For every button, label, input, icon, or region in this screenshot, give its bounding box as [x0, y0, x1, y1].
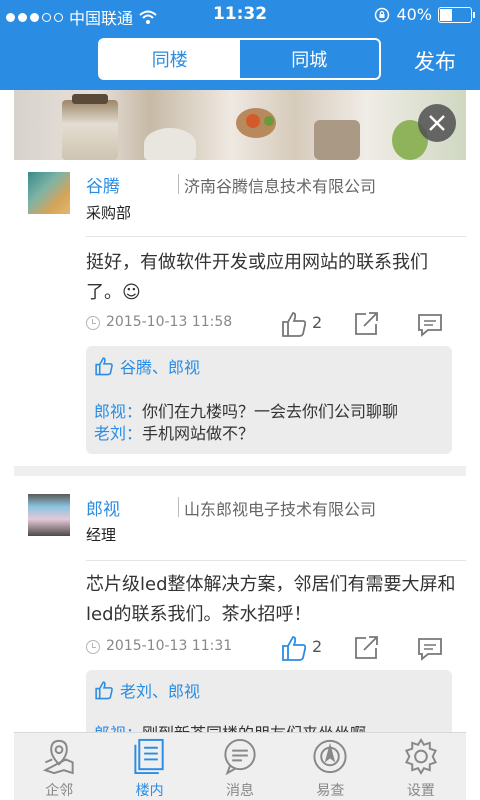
rotation-lock-icon	[375, 7, 390, 22]
tab-label: 楼内	[135, 783, 164, 799]
post-time: 2015-10-13 11:58	[106, 314, 233, 330]
author-role: 经理	[86, 526, 117, 544]
comment-text: 手机网站做不？	[142, 424, 255, 443]
tab-settings[interactable]: 设置	[376, 733, 466, 800]
segmented-control: 同楼 同城	[98, 38, 381, 80]
battery-percent: 40%	[396, 5, 432, 24]
comment-icon[interactable]	[416, 636, 444, 662]
liked-by-line: 老刘、郎视	[94, 678, 200, 702]
company-name[interactable]: 济南谷腾信息技术有限公司	[184, 173, 376, 197]
reply-box: 老刘、郎视 郎视：刚到新茶同楼的朋友们来坐坐啊~	[86, 670, 452, 732]
thumbs-up-icon[interactable]	[280, 310, 308, 338]
publish-button[interactable]: 发布	[414, 46, 456, 76]
post-card: 郎视 山东郎视电子技术有限公司 经理 芯片级led整体解决方案，邻居们有需要大屏…	[14, 482, 466, 732]
tab-same-city[interactable]: 同城	[240, 40, 380, 78]
avatar[interactable]	[28, 172, 70, 214]
commenter-name[interactable]: 郎视：	[94, 402, 142, 421]
comment-line[interactable]: 郎视：你们在九楼吗？一会去你们公司聊聊	[94, 398, 398, 422]
post-time: 2015-10-13 11:31	[106, 638, 233, 654]
tab-label: 消息	[226, 783, 255, 799]
author-name[interactable]: 谷腾	[86, 172, 120, 197]
liked-by[interactable]: 谷腾、郎视	[120, 354, 200, 378]
divider	[14, 466, 466, 476]
post-card: 谷腾 济南谷腾信息技术有限公司 采购部 挺好，有做软件开发或应用网站的联系我们了…	[14, 160, 466, 466]
clock-icon	[86, 640, 100, 654]
tab-bar: 企邻 楼内 消息 易查 设置	[14, 732, 466, 800]
tab-search[interactable]: 易查	[285, 733, 375, 800]
avatar[interactable]	[28, 494, 70, 536]
post-meta: 2015-10-13 11:58 2	[86, 310, 456, 338]
post-content: 挺好，有做软件开发或应用网站的联系我们了。☺	[86, 252, 428, 303]
nav-bar: 同楼 同城 发布	[0, 30, 480, 90]
thumbs-up-icon	[95, 357, 113, 376]
tab-same-building[interactable]: 同楼	[100, 40, 240, 78]
liked-by-line: 谷腾、郎视	[94, 354, 200, 378]
close-banner-button[interactable]	[418, 104, 456, 142]
tab-label: 易查	[316, 783, 345, 799]
battery-icon	[438, 6, 475, 23]
close-icon	[429, 115, 445, 131]
commenter-name[interactable]: 郎视：	[94, 724, 142, 732]
tab-qilin[interactable]: 企邻	[14, 733, 104, 800]
banner-image[interactable]	[14, 90, 466, 160]
compass-icon	[313, 739, 347, 774]
battery-area: 40%	[374, 5, 475, 24]
liked-by[interactable]: 老刘、郎视	[120, 678, 200, 702]
comment-line[interactable]: 郎视：刚到新茶同楼的朋友们来坐坐啊~	[94, 720, 379, 732]
author-role: 采购部	[86, 204, 132, 222]
like-count: 2	[312, 637, 323, 656]
clock-icon	[86, 316, 100, 330]
thumbs-up-icon[interactable]	[280, 634, 308, 662]
message-icon	[224, 738, 256, 776]
author-name[interactable]: 郎视	[86, 495, 120, 520]
comment-text: 刚到新茶同楼的朋友们来坐坐啊~	[142, 724, 379, 732]
like-count: 2	[312, 313, 323, 332]
comment-icon[interactable]	[416, 312, 444, 338]
map-pin-icon	[43, 739, 74, 775]
post-meta: 2015-10-13 11:31 2	[86, 634, 456, 662]
tab-messages[interactable]: 消息	[195, 733, 285, 800]
tab-label: 企邻	[45, 783, 74, 799]
thumbs-up-icon	[95, 681, 113, 700]
reply-box: 谷腾、郎视 郎视：你们在九楼吗？一会去你们公司聊聊 老刘：手机网站做不？	[86, 346, 452, 454]
commenter-name[interactable]: 老刘：	[94, 424, 142, 443]
tab-lounei[interactable]: 楼内	[104, 733, 194, 800]
status-bar: 中国联通 11:32 40%	[0, 0, 480, 30]
share-icon[interactable]	[352, 634, 380, 662]
share-icon[interactable]	[352, 310, 380, 338]
tab-label: 设置	[406, 783, 435, 799]
comment-text: 你们在九楼吗？一会去你们公司聊聊	[142, 402, 399, 421]
building-doc-icon	[134, 738, 164, 775]
gear-icon	[404, 738, 437, 775]
company-name[interactable]: 山东郎视电子技术有限公司	[184, 496, 376, 520]
post-content: 芯片级led整体解决方案，邻居们有需要大屏和led的联系我们。茶水招呼！	[86, 574, 456, 625]
comment-line[interactable]: 老刘：手机网站做不？	[94, 420, 254, 444]
